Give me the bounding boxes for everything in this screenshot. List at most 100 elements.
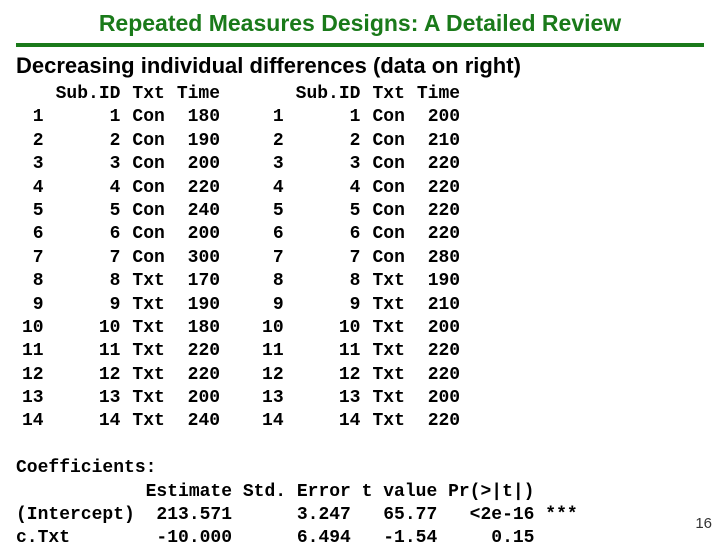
table-row: 99Txt210 — [256, 294, 466, 317]
table-row: 11Con200 — [256, 106, 466, 129]
table-row: 33Con220 — [256, 153, 466, 176]
cell: 280 — [411, 247, 466, 270]
cell: 200 — [171, 153, 226, 176]
cell: Con — [126, 153, 170, 176]
table-row: 1212Txt220 — [256, 364, 466, 387]
subtitle-paren: (data on right) — [373, 53, 521, 78]
col-idx — [256, 83, 290, 106]
cell: 240 — [171, 410, 226, 433]
cell: 190 — [171, 130, 226, 153]
cell: 4 — [16, 177, 50, 200]
table-row: 99Txt190 — [16, 294, 226, 317]
cell: 6 — [50, 223, 127, 246]
cell: 210 — [411, 294, 466, 317]
cell: Txt — [366, 387, 410, 410]
col-txt: Txt — [366, 83, 410, 106]
table-row: 88Txt170 — [16, 270, 226, 293]
col-idx — [16, 83, 50, 106]
slide-title: Repeated Measures Designs: A Detailed Re… — [16, 10, 704, 37]
cell: 9 — [16, 294, 50, 317]
coeff-row-intercept: (Intercept) 213.571 3.247 65.77 <2e-16 *… — [16, 505, 578, 525]
cell: 1 — [256, 106, 290, 129]
cell: 6 — [256, 223, 290, 246]
cell: 1 — [16, 106, 50, 129]
cell: 12 — [16, 364, 50, 387]
cell: 2 — [50, 130, 127, 153]
cell: 8 — [290, 270, 367, 293]
cell: 11 — [50, 340, 127, 363]
cell: Con — [366, 153, 410, 176]
cell: 14 — [16, 410, 50, 433]
table-row: 88Txt190 — [256, 270, 466, 293]
cell: 5 — [50, 200, 127, 223]
cell: 9 — [50, 294, 127, 317]
table-row: 1313Txt200 — [16, 387, 226, 410]
cell: Txt — [366, 364, 410, 387]
cell: 4 — [290, 177, 367, 200]
subtitle-main: Decreasing individual differences — [16, 53, 367, 78]
cell: 220 — [411, 200, 466, 223]
cell: 190 — [411, 270, 466, 293]
cell: 3 — [16, 153, 50, 176]
cell: 13 — [290, 387, 367, 410]
cell: Con — [366, 247, 410, 270]
cell: 200 — [411, 106, 466, 129]
table-row: 1212Txt220 — [16, 364, 226, 387]
col-time: Time — [171, 83, 226, 106]
table-row: 1414Txt240 — [16, 410, 226, 433]
cell: Con — [126, 247, 170, 270]
cell: Txt — [366, 270, 410, 293]
cell: 200 — [171, 223, 226, 246]
cell: 200 — [411, 317, 466, 340]
cell: 240 — [171, 200, 226, 223]
table-row: 22Con190 — [16, 130, 226, 153]
cell: 14 — [50, 410, 127, 433]
left-tbody: 11Con18022Con19033Con20044Con22055Con240… — [16, 106, 226, 433]
table-row: 44Con220 — [256, 177, 466, 200]
cell: 220 — [411, 223, 466, 246]
cell: 6 — [16, 223, 50, 246]
cell: Txt — [366, 317, 410, 340]
cell: 1 — [290, 106, 367, 129]
cell: 13 — [50, 387, 127, 410]
table-row: 11Con180 — [16, 106, 226, 129]
cell: 190 — [171, 294, 226, 317]
table-row: 77Con300 — [16, 247, 226, 270]
cell: Con — [126, 200, 170, 223]
cell: Txt — [126, 364, 170, 387]
cell: 14 — [290, 410, 367, 433]
cell: Con — [126, 223, 170, 246]
cell: 200 — [171, 387, 226, 410]
table-row: 55Con220 — [256, 200, 466, 223]
coeff-row-ctxt: c.Txt -10.000 6.494 -1.54 0.15 — [16, 528, 534, 548]
cell: Con — [366, 106, 410, 129]
table-row: 1010Txt180 — [16, 317, 226, 340]
table-row: 1111Txt220 — [256, 340, 466, 363]
cell: Txt — [126, 387, 170, 410]
cell: 5 — [290, 200, 367, 223]
col-time: Time — [411, 83, 466, 106]
table-row: 66Con220 — [256, 223, 466, 246]
title-rule — [16, 43, 704, 47]
cell: 5 — [16, 200, 50, 223]
cell: 13 — [256, 387, 290, 410]
cell: 11 — [256, 340, 290, 363]
right-table: Sub.ID Txt Time 11Con20022Con21033Con220… — [256, 83, 466, 434]
cell: 7 — [256, 247, 290, 270]
cell: Con — [126, 106, 170, 129]
cell: 10 — [16, 317, 50, 340]
cell: 180 — [171, 106, 226, 129]
cell: 220 — [171, 364, 226, 387]
cell: Con — [366, 200, 410, 223]
col-txt: Txt — [126, 83, 170, 106]
table-row: 1414Txt220 — [256, 410, 466, 433]
cell: 10 — [256, 317, 290, 340]
cell: 8 — [16, 270, 50, 293]
cell: 210 — [411, 130, 466, 153]
cell: 300 — [171, 247, 226, 270]
cell: 8 — [50, 270, 127, 293]
cell: 5 — [256, 200, 290, 223]
coefficients-block: Coefficients: Estimate Std. Error t valu… — [16, 434, 704, 551]
cell: 8 — [256, 270, 290, 293]
cell: Con — [126, 177, 170, 200]
